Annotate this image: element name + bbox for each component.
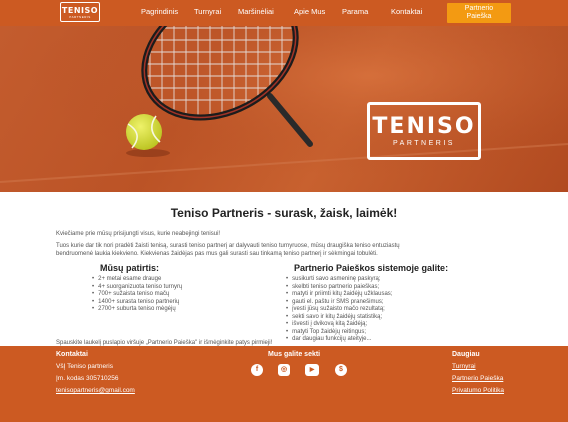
page-title: Teniso Partneris - surask, žaisk, laimėk… — [170, 206, 398, 220]
list-item: 4+ suorganizuota teniso turnyrų — [92, 284, 182, 292]
org-name: VšĮ Teniso partneris — [56, 363, 113, 370]
footer-link-turnyrai[interactable]: Turnyrai — [452, 363, 476, 370]
hero-logo-text: TENISO — [372, 113, 476, 139]
youtube-icon[interactable]: ▶ — [305, 364, 319, 376]
experience-list: 2+ metai esame drauge 4+ suorganizuota t… — [92, 276, 182, 314]
list-item: matyti Top žaidėjų reitingus; — [286, 329, 392, 337]
list-item: matyti ir priimti kitų žaidėjų užklausas… — [286, 291, 392, 299]
nav-item-turnyrai[interactable]: Turnyrai — [194, 7, 221, 16]
intro-text: Kviečiame prie mūsų prisijungti visus, k… — [56, 231, 221, 237]
features-list: susikurti savo asmeninę paskyrą; skelbti… — [286, 276, 392, 344]
list-item: dar daugiau funkcijų ateityje... — [286, 336, 392, 344]
instagram-icon[interactable]: ◎ — [278, 364, 290, 376]
partner-search-label-2: Paieška — [466, 13, 492, 20]
email-link[interactable]: tenisopartneris@gmail.com — [56, 387, 135, 394]
partner-search-button[interactable]: Partnerio Paieška — [447, 3, 511, 23]
experience-title: Mūsų patirtis: — [100, 263, 160, 273]
nav-item-marskineliai[interactable]: Maršinėliai — [238, 7, 274, 16]
nav-item-kontaktai[interactable]: Kontaktai — [391, 7, 422, 16]
hero-illustration — [0, 26, 568, 192]
footer: Kontaktai VšĮ Teniso partneris Įm. kodas… — [0, 346, 568, 422]
other-social-icon[interactable]: $ — [335, 364, 347, 376]
list-item: sekti savo ir kitų žaidėjų statistiką; — [286, 314, 392, 322]
logo-subtext: PARTNERIS — [69, 14, 91, 19]
list-item: išvesti į dvikovą kitą žaidėją; — [286, 321, 392, 329]
nav-item-apie-mus[interactable]: Apie Mus — [294, 7, 325, 16]
footer-link-privacy[interactable]: Privatumo Politika — [452, 387, 504, 394]
site-logo[interactable]: TENISO PARTNERIS — [60, 2, 100, 22]
features-title: Partnerio Paieškos sistemoje galite: — [294, 263, 449, 273]
more-title: Daugiau — [452, 351, 480, 358]
company-code: Įm. kodas 305710256 — [56, 375, 119, 382]
list-item: 2+ metai esame drauge — [92, 276, 182, 284]
description-line-1: Tuos kurie dar tik nori pradėti žaisti t… — [56, 243, 400, 249]
description-line-2: bendruomenė laukia kiekvieno. Kiekvienas… — [56, 251, 378, 257]
tennis-ball — [126, 114, 162, 150]
list-item: įvesti jūsų sužaisto mačo rezultatą; — [286, 306, 392, 314]
list-item: skelbti teniso partnerio paieškas; — [286, 284, 392, 292]
partner-search-label-1: Partnerio — [464, 5, 494, 12]
top-nav: TENISO PARTNERIS Pagrindinis Turnyrai Ma… — [0, 0, 568, 26]
facebook-icon[interactable]: f — [251, 364, 263, 376]
hero-logo-subtext: PARTNERIS — [393, 139, 455, 147]
list-item: susikurti savo asmeninę paskyrą; — [286, 276, 392, 284]
hero-banner: TENISO PARTNERIS — [0, 26, 568, 192]
footer-link-partner-search[interactable]: Partnerio Paieška — [452, 375, 503, 382]
nav-item-parama[interactable]: Parama — [342, 7, 368, 16]
contacts-title: Kontaktai — [56, 351, 88, 358]
list-item: 1400+ surasta teniso partnerių — [92, 299, 182, 307]
list-item: 2700+ suburta teniso mėgėjų — [92, 306, 182, 314]
list-item: gauti el. paštu ir SMS pranešimus; — [286, 299, 392, 307]
social-title: Mus galite sekti — [268, 351, 321, 358]
nav-item-pagrindinis[interactable]: Pagrindinis — [141, 7, 178, 16]
list-item: 700+ sužaista teniso mačų — [92, 291, 182, 299]
hero-logo: TENISO PARTNERIS — [367, 102, 481, 160]
logo-text: TENISO — [61, 5, 99, 15]
